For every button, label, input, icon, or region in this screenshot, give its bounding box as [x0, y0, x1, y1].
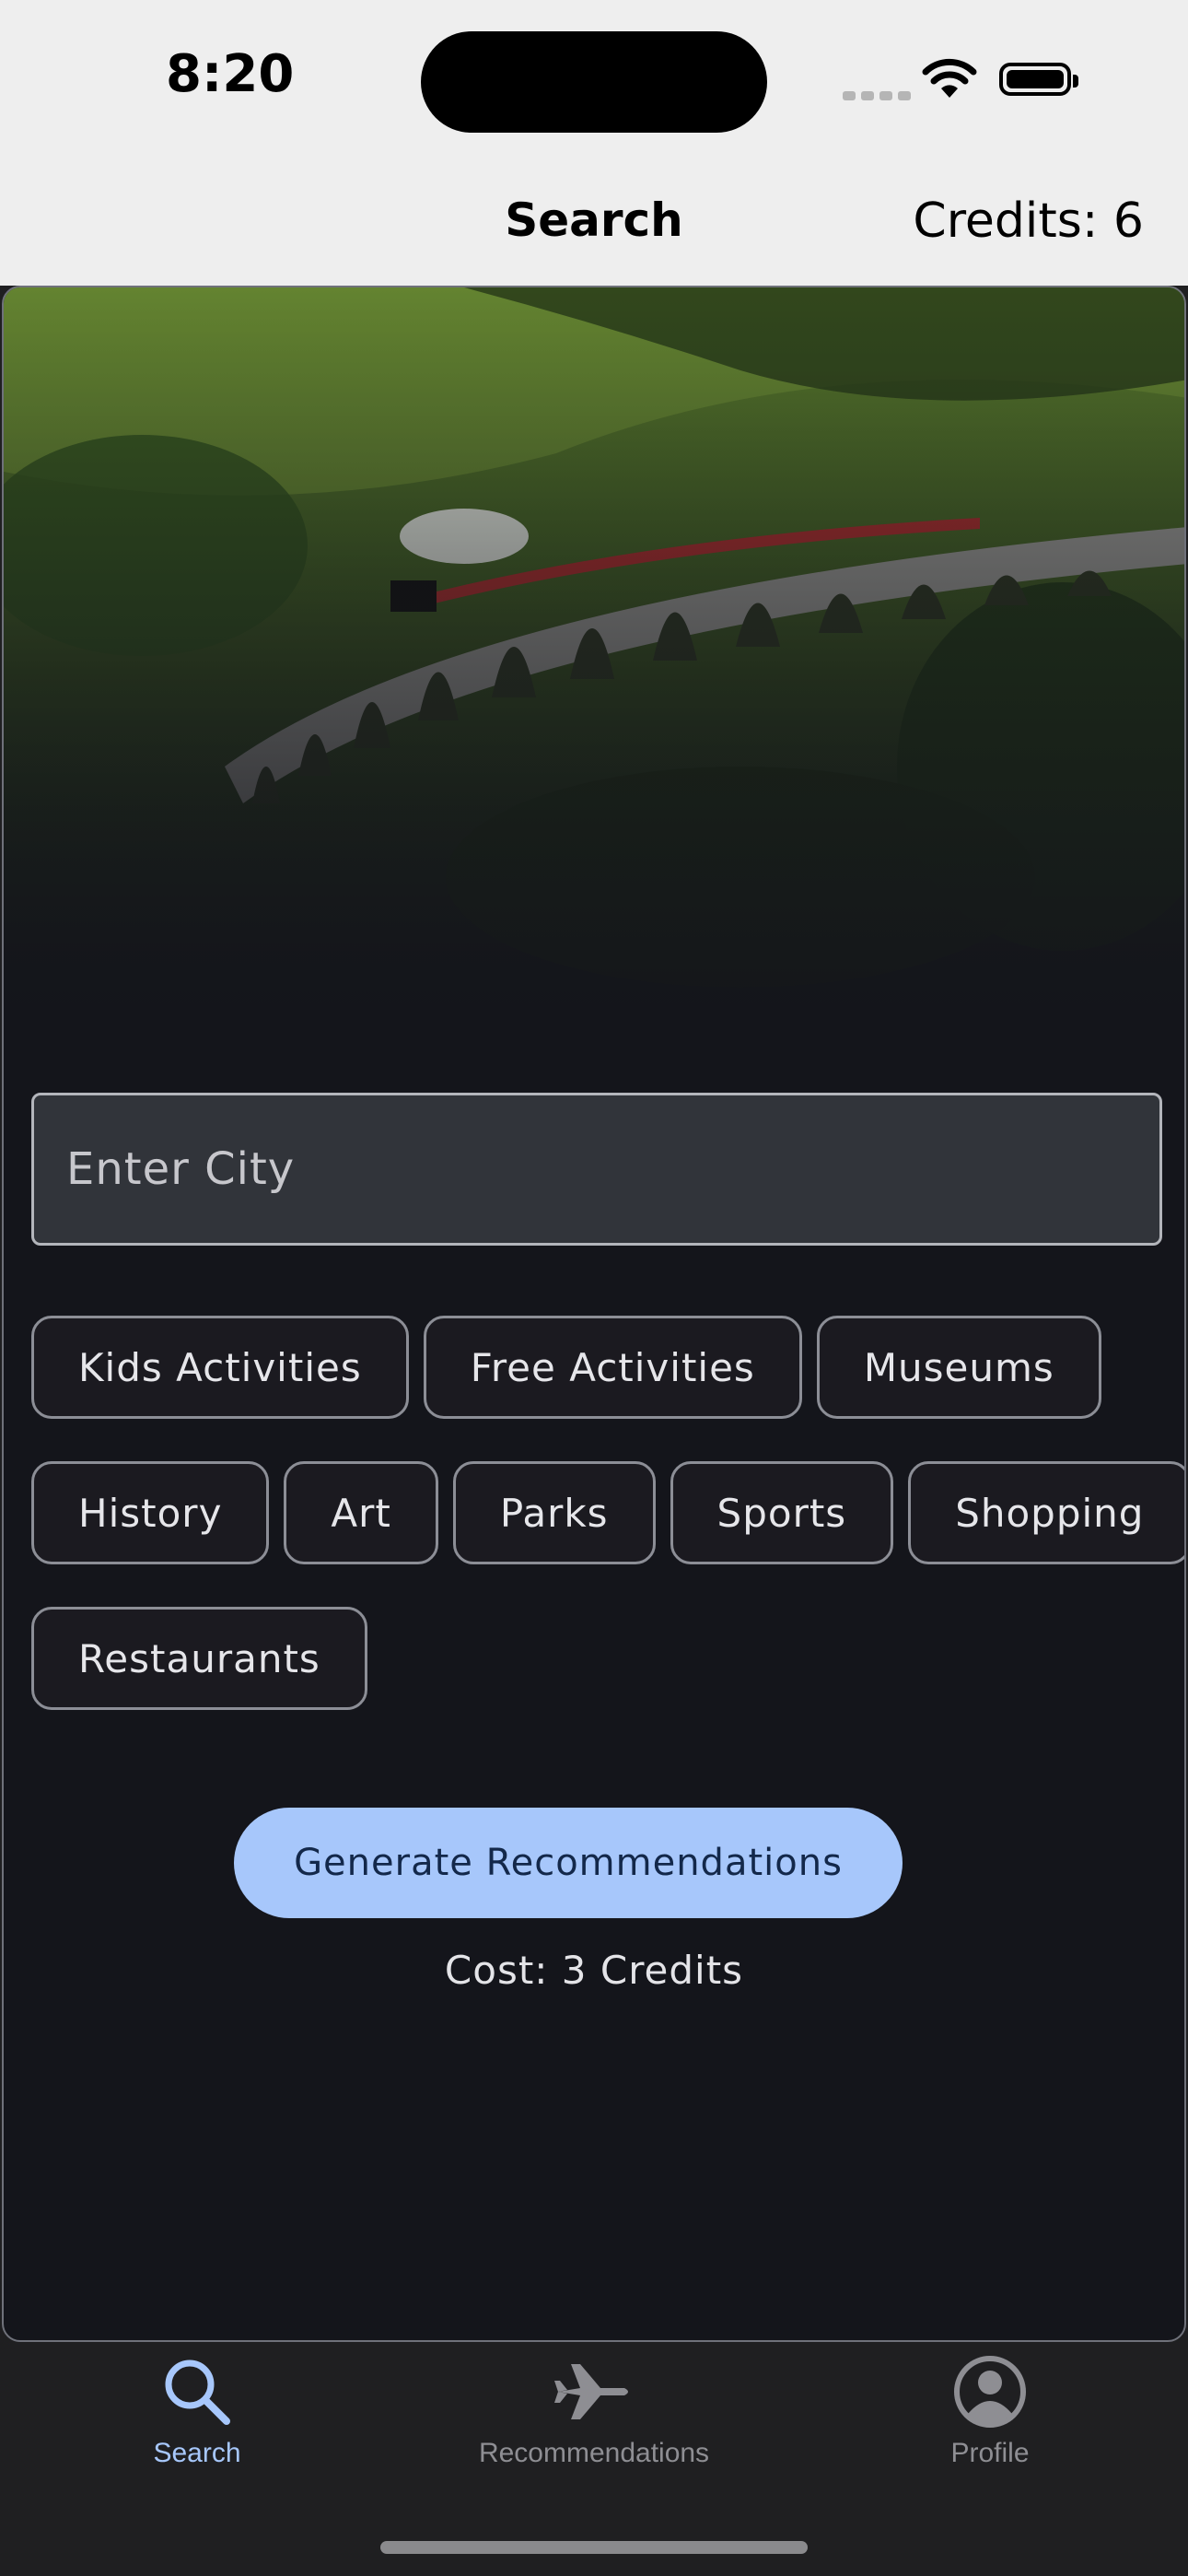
- main-content: Kids Activities Free Activities Museums …: [2, 286, 1186, 2342]
- tab-profile[interactable]: Profile: [806, 2355, 1174, 2469]
- chip-row: History Art Parks Sports Shopping: [31, 1461, 1184, 1564]
- tab-search-label: Search: [153, 2438, 241, 2468]
- dynamic-island: [421, 31, 767, 133]
- chip-art[interactable]: Art: [284, 1461, 438, 1564]
- status-time: 8:20: [166, 44, 295, 104]
- search-icon: [165, 2359, 230, 2425]
- wifi-icon: [921, 57, 978, 103]
- profile-icon: [954, 2356, 1026, 2428]
- chip-kids-activities[interactable]: Kids Activities: [31, 1316, 409, 1419]
- cellular-signal-icon: [843, 87, 916, 104]
- hero-image: [4, 287, 1184, 1043]
- battery-icon: [999, 63, 1078, 96]
- chip-row: Kids Activities Free Activities Museums: [31, 1316, 1173, 1419]
- top-bar: 8:20 Search Credits: 6: [0, 0, 1188, 286]
- chip-sports[interactable]: Sports: [670, 1461, 894, 1564]
- credits-counter: Credits: 6: [913, 193, 1144, 249]
- activity-chips: Kids Activities Free Activities Museums …: [31, 1316, 1184, 1752]
- chip-parks[interactable]: Parks: [452, 1461, 656, 1564]
- tab-profile-label: Profile: [950, 2438, 1030, 2468]
- city-input[interactable]: [31, 1093, 1162, 1246]
- tab-search[interactable]: Search: [13, 2355, 381, 2469]
- generate-recommendations-button[interactable]: Generate Recommendations: [234, 1808, 903, 1918]
- airplane-icon: [554, 2364, 628, 2419]
- cost-label: Cost: 3 Credits: [444, 1948, 744, 1993]
- chip-history[interactable]: History: [31, 1461, 270, 1564]
- chip-restaurants[interactable]: Restaurants: [31, 1607, 367, 1710]
- chip-row: Restaurants: [31, 1607, 1173, 1710]
- chip-shopping[interactable]: Shopping: [908, 1461, 1184, 1564]
- tab-recommendations[interactable]: Recommendations: [410, 2355, 778, 2469]
- chip-museums[interactable]: Museums: [816, 1316, 1101, 1419]
- tab-recommendations-label: Recommendations: [478, 2438, 710, 2468]
- home-indicator: [380, 2541, 808, 2554]
- chip-free-activities[interactable]: Free Activities: [423, 1316, 802, 1419]
